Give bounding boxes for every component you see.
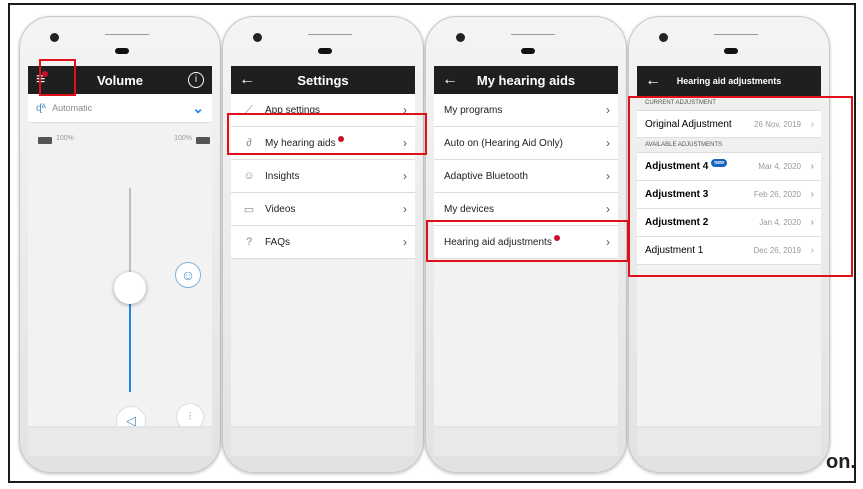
info-icon[interactable]: i: [188, 72, 204, 88]
speaker-line: [714, 34, 758, 35]
smiley-icon: ☺: [243, 170, 255, 182]
battery-level-left: 100%: [56, 135, 74, 142]
chevron-right-icon: ›: [606, 103, 610, 117]
page-title: Hearing aid adjustments: [676, 76, 782, 86]
nav-bar: [231, 428, 415, 456]
earpiece: [724, 48, 738, 54]
settings-item-label: Insights: [265, 170, 300, 182]
chevron-right-icon: ›: [403, 169, 407, 183]
settings-item-label: Videos: [265, 203, 296, 215]
highlight-hearing-aid-adjustments: [426, 220, 629, 262]
nav-bar: [434, 428, 618, 456]
settings-item-videos[interactable]: ▭ Videos ›: [231, 193, 415, 226]
highlight-adjustments-list: [628, 96, 853, 277]
speaker-line: [105, 34, 149, 35]
settings-item-label: FAQs: [265, 236, 291, 248]
corner-logo-text: on.: [826, 451, 856, 473]
speaker-line: [308, 34, 352, 35]
battery-row: 100% 100%: [28, 133, 212, 153]
camera: [253, 33, 262, 42]
highlight-my-hearing-aids: [227, 113, 427, 155]
settings-header: ← Settings: [231, 66, 415, 94]
phone-settings: ← Settings ⟋ App settings › ∂ My hearing…: [222, 16, 424, 473]
menu-item-my-programs[interactable]: My programs ›: [434, 94, 618, 127]
battery-level-right: 100%: [174, 135, 192, 142]
menu-item-label: Auto on (Hearing Aid Only): [444, 137, 563, 149]
smiley-icon[interactable]: ☺: [175, 262, 201, 288]
earpiece: [318, 48, 332, 54]
menu-item-label: My devices: [444, 203, 495, 215]
earpiece: [115, 48, 129, 54]
program-selector[interactable]: ᶑᴬ Automatic ⌄: [28, 94, 212, 123]
menu-item-label: Adaptive Bluetooth: [444, 170, 528, 182]
chevron-down-icon[interactable]: ⌄: [192, 100, 204, 117]
volume-screen: ≡ Volume i ᶑᴬ Automatic ⌄ 100% 100% ☺ ◁ …: [28, 66, 212, 426]
page-title: My hearing aids: [476, 72, 576, 88]
page-title: Settings: [297, 72, 349, 88]
equalizer-icon[interactable]: ⫶: [176, 403, 204, 426]
chevron-right-icon: ›: [403, 235, 407, 249]
battery-icon-left: [38, 137, 52, 144]
program-label: Automatic: [52, 103, 93, 113]
chevron-right-icon: ›: [403, 202, 407, 216]
speaker-icon[interactable]: ◁: [116, 406, 146, 426]
camera: [456, 33, 465, 42]
menu-item-label: My programs: [444, 104, 503, 116]
chevron-right-icon: ›: [606, 136, 610, 150]
volume-slider-handle[interactable]: [114, 272, 146, 304]
battery-icon-right: [196, 137, 210, 144]
chevron-right-icon: ›: [606, 169, 610, 183]
settings-item-insights[interactable]: ☺ Insights ›: [231, 160, 415, 193]
automatic-program-icon: ᶑᴬ: [36, 102, 47, 114]
chevron-right-icon: ›: [606, 202, 610, 216]
menu-item-adaptive-bluetooth[interactable]: Adaptive Bluetooth ›: [434, 160, 618, 193]
question-icon: ?: [245, 236, 253, 248]
video-icon: ▭: [243, 203, 255, 216]
back-arrow-icon[interactable]: ←: [442, 66, 458, 94]
nav-bar: [28, 428, 212, 456]
menu-item-auto-on[interactable]: Auto on (Hearing Aid Only) ›: [434, 127, 618, 160]
earpiece: [521, 48, 535, 54]
adjustments-header: ← Hearing aid adjustments: [637, 66, 821, 96]
back-arrow-icon[interactable]: ←: [645, 66, 661, 96]
settings-item-faqs[interactable]: ? FAQs ›: [231, 226, 415, 259]
my-hearing-aids-header: ← My hearing aids: [434, 66, 618, 94]
camera: [659, 33, 668, 42]
speaker-line: [511, 34, 555, 35]
camera: [50, 33, 59, 42]
back-arrow-icon[interactable]: ←: [239, 66, 255, 94]
highlight-menu: [39, 59, 76, 96]
nav-bar: [637, 428, 821, 456]
